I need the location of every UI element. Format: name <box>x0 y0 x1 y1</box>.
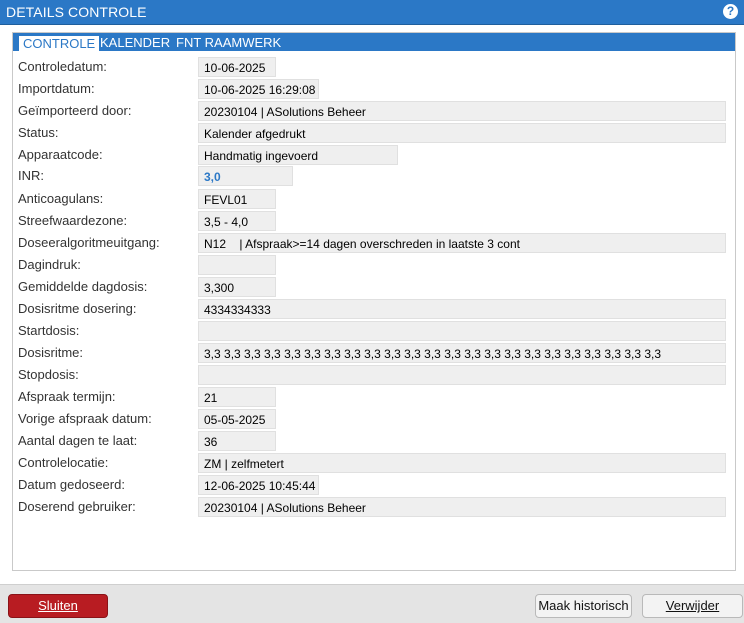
label-startdosis: Startdosis: <box>18 323 80 338</box>
label-doseeralgoritmeuitgang: Doseeralgoritmeuitgang: <box>18 235 160 250</box>
value-importdatum: 10-06-2025 16:29:08 <box>198 79 319 99</box>
row-dosisritme-dosering: Dosisritme dosering: 4334334333 <box>13 299 735 319</box>
label-controledatum: Controledatum: <box>18 59 107 74</box>
value-gemiddelde-dagdosis: 3,300 <box>198 277 276 297</box>
label-inr: INR: <box>18 168 44 183</box>
value-dosisritme-dosering: 4334334333 <box>198 299 726 319</box>
tab-kalender[interactable]: KALENDER <box>100 35 170 51</box>
row-dosisritme: Dosisritme: 3,3 3,3 3,3 3,3 3,3 3,3 3,3 … <box>13 343 735 363</box>
label-dosisritme-dosering: Dosisritme dosering: <box>18 301 137 316</box>
row-vorige-afspraak-datum: Vorige afspraak datum: 05-05-2025 <box>13 409 735 429</box>
value-stopdosis <box>198 365 726 385</box>
value-startdosis <box>198 321 726 341</box>
label-doserend-gebruiker: Doserend gebruiker: <box>18 499 136 514</box>
label-streefwaardezone: Streefwaardezone: <box>18 213 128 228</box>
value-geimporteerd-door: 20230104 | ASolutions Beheer <box>198 101 726 121</box>
row-anticoagulans: Anticoagulans: FEVL01 <box>13 189 735 209</box>
footer-bar: Sluiten Maak historisch Verwijder <box>0 584 744 623</box>
value-doserend-gebruiker: 20230104 | ASolutions Beheer <box>198 497 726 517</box>
row-stopdosis: Stopdosis: <box>13 365 735 385</box>
label-dagindruk: Dagindruk: <box>18 257 81 272</box>
label-status: Status: <box>18 125 59 140</box>
row-streefwaardezone: Streefwaardezone: 3,5 - 4,0 <box>13 211 735 231</box>
details-panel: CONTROLE KALENDER FNT RAAMWERK Controled… <box>12 32 736 571</box>
row-gemiddelde-dagdosis: Gemiddelde dagdosis: 3,300 <box>13 277 735 297</box>
row-afspraak-termijn: Afspraak termijn: 21 <box>13 387 735 407</box>
label-geimporteerd-door: Geïmporteerd door: <box>18 103 132 118</box>
row-geimporteerd-door: Geïmporteerd door: 20230104 | ASolutions… <box>13 101 735 121</box>
tab-fnt-raamwerk[interactable]: FNT RAAMWERK <box>176 35 281 51</box>
make-historic-button[interactable]: Maak historisch <box>535 594 632 618</box>
question-icon[interactable]: ? <box>723 4 738 19</box>
label-vorige-afspraak-datum: Vorige afspraak datum: <box>18 411 152 426</box>
row-status: Status: Kalender afgedrukt <box>13 123 735 143</box>
row-datum-gedoseerd: Datum gedoseerd: 12-06-2025 10:45:44 <box>13 475 735 495</box>
label-anticoagulans: Anticoagulans: <box>18 191 104 206</box>
value-doseeralgoritmeuitgang: N12 | Afspraak>=14 dagen overschreden in… <box>198 233 726 253</box>
tab-controle[interactable]: CONTROLE <box>18 35 101 51</box>
value-aantal-dagen-te-laat: 36 <box>198 431 276 451</box>
label-datum-gedoseerd: Datum gedoseerd: <box>18 477 125 492</box>
label-apparaatcode: Apparaatcode: <box>18 147 103 162</box>
value-anticoagulans: FEVL01 <box>198 189 276 209</box>
row-aantal-dagen-te-laat: Aantal dagen te laat: 36 <box>13 431 735 451</box>
close-button[interactable]: Sluiten <box>8 594 108 618</box>
row-controledatum: Controledatum: 10-06-2025 <box>13 57 735 77</box>
value-streefwaardezone: 3,5 - 4,0 <box>198 211 276 231</box>
value-controlelocatie: ZM | zelfmetert <box>198 453 726 473</box>
tab-bar: CONTROLE KALENDER FNT RAAMWERK <box>13 33 735 51</box>
label-importdatum: Importdatum: <box>18 81 95 96</box>
row-controlelocatie: Controlelocatie: ZM | zelfmetert <box>13 453 735 473</box>
window-title: DETAILS CONTROLE <box>6 4 147 20</box>
row-dagindruk: Dagindruk: <box>13 255 735 275</box>
row-doserend-gebruiker: Doserend gebruiker: 20230104 | ASolution… <box>13 497 735 517</box>
value-controledatum: 10-06-2025 <box>198 57 276 77</box>
label-dosisritme: Dosisritme: <box>18 345 84 360</box>
value-dagindruk <box>198 255 276 275</box>
label-gemiddelde-dagdosis: Gemiddelde dagdosis: <box>18 279 148 294</box>
label-afspraak-termijn: Afspraak termijn: <box>18 389 116 404</box>
delete-button[interactable]: Verwijder <box>642 594 743 618</box>
value-vorige-afspraak-datum: 05-05-2025 <box>198 409 276 429</box>
value-dosisritme: 3,3 3,3 3,3 3,3 3,3 3,3 3,3 3,3 3,3 3,3 … <box>198 343 726 363</box>
row-doseeralgoritmeuitgang: Doseeralgoritmeuitgang: N12 | Afspraak>=… <box>13 233 735 253</box>
row-inr: INR: 3,0 <box>13 166 735 186</box>
row-importdatum: Importdatum: 10-06-2025 16:29:08 <box>13 79 735 99</box>
label-aantal-dagen-te-laat: Aantal dagen te laat: <box>18 433 138 448</box>
label-stopdosis: Stopdosis: <box>18 367 79 382</box>
value-inr: 3,0 <box>198 166 293 186</box>
value-datum-gedoseerd: 12-06-2025 10:45:44 <box>198 475 319 495</box>
label-controlelocatie: Controlelocatie: <box>18 455 109 470</box>
title-bar: DETAILS CONTROLE ? <box>0 0 744 25</box>
value-apparaatcode: Handmatig ingevoerd <box>198 145 398 165</box>
row-apparaatcode: Apparaatcode: Handmatig ingevoerd <box>13 145 735 165</box>
value-status: Kalender afgedrukt <box>198 123 726 143</box>
row-startdosis: Startdosis: <box>13 321 735 341</box>
value-afspraak-termijn: 21 <box>198 387 276 407</box>
delete-button-label: Verwijder <box>665 598 720 613</box>
